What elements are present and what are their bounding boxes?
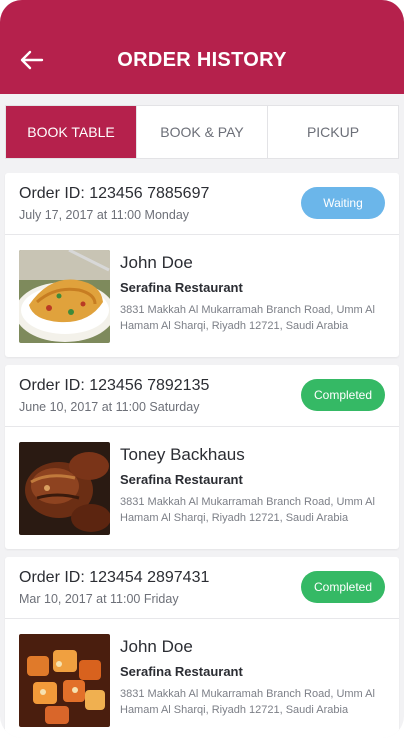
order-card-body: Toney Backhaus Serafina Restaurant 3831 … (5, 427, 399, 549)
restaurant-name: Serafina Restaurant (120, 664, 243, 679)
restaurant-address: 3831 Makkah Al Mukarramah Branch Road, U… (120, 304, 375, 332)
tab-book-and-pay[interactable]: BOOK & PAY (137, 106, 268, 158)
order-card-body: John Doe Serafina Restaurant 3831 Makkah… (5, 235, 399, 357)
app-screen: ORDER HISTORY BOOK TABLE BOOK & PAY PICK… (0, 0, 404, 738)
app-header: ORDER HISTORY (0, 0, 404, 94)
customer-name: John Doe (120, 637, 193, 656)
order-card-header: Order ID: 123456 7885697 July 17, 2017 a… (5, 173, 399, 235)
restaurant-address: 3831 Makkah Al Mukarramah Branch Road, U… (120, 688, 375, 716)
order-card[interactable]: Order ID: 123456 7885697 July 17, 2017 a… (5, 173, 399, 357)
page-title: ORDER HISTORY (117, 49, 287, 71)
roasted-potatoes-photo (19, 634, 110, 727)
restaurant-name: Serafina Restaurant (120, 472, 243, 487)
order-card-header: Order ID: 123454 2897431 Mar 10, 2017 at… (5, 557, 399, 619)
order-date: July 17, 2017 at 11:00 Monday (19, 208, 190, 222)
order-card-header: Order ID: 123456 7892135 June 10, 2017 a… (5, 365, 399, 427)
restaurant-name: Serafina Restaurant (120, 280, 243, 295)
customer-name: John Doe (120, 253, 193, 272)
tab-bar: BOOK TABLE BOOK & PAY PICKUP (5, 105, 399, 159)
tab-book-table[interactable]: BOOK TABLE (6, 106, 137, 158)
status-badge: Completed (301, 571, 385, 603)
order-id: Order ID: 123456 7892135 (19, 377, 210, 394)
order-id: Order ID: 123456 7885697 (19, 185, 210, 202)
order-date: Mar 10, 2017 at 11:00 Friday (19, 592, 179, 606)
omelette-photo (19, 250, 110, 343)
order-date: June 10, 2017 at 11:00 Saturday (19, 400, 200, 414)
status-badge: Completed (301, 379, 385, 411)
customer-name: Toney Backhaus (120, 445, 245, 464)
order-id: Order ID: 123454 2897431 (19, 569, 210, 586)
tab-pickup[interactable]: PICKUP (268, 106, 398, 158)
restaurant-address: 3831 Makkah Al Mukarramah Branch Road, U… (120, 496, 375, 524)
grilled-meat-photo (19, 442, 110, 535)
order-card-body: John Doe Serafina Restaurant 3831 Makkah… (5, 619, 399, 738)
status-badge: Waiting (301, 187, 385, 219)
order-card[interactable]: Order ID: 123454 2897431 Mar 10, 2017 at… (5, 557, 399, 738)
order-card[interactable]: Order ID: 123456 7892135 June 10, 2017 a… (5, 365, 399, 549)
